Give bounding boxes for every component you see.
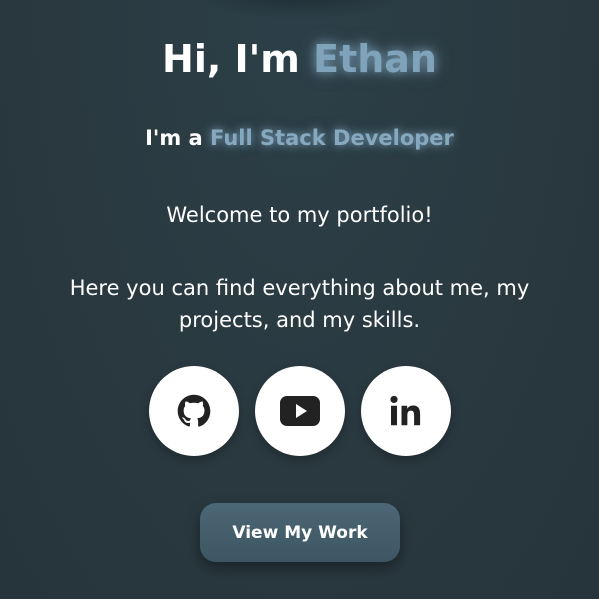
role-title: Full Stack Developer xyxy=(210,126,454,150)
hero-name: Ethan xyxy=(313,37,437,81)
linkedin-icon xyxy=(390,395,421,426)
top-glow-decoration xyxy=(189,0,410,20)
hero-title: Hi, I'm Ethan xyxy=(0,36,599,82)
social-links xyxy=(149,366,451,456)
role-prefix: I'm a xyxy=(145,126,211,150)
view-my-work-button[interactable]: View My Work xyxy=(200,503,400,562)
youtube-button[interactable] xyxy=(255,366,345,456)
github-icon xyxy=(177,394,211,427)
youtube-icon xyxy=(280,396,320,426)
github-button[interactable] xyxy=(149,366,239,456)
welcome-text: Welcome to my portfolio! xyxy=(166,203,433,227)
description-text: Here you can find everything about me, m… xyxy=(69,276,530,332)
greeting-prefix: Hi, I'm xyxy=(162,37,314,81)
role-line: I'm a Full Stack Developer xyxy=(0,124,599,152)
linkedin-button[interactable] xyxy=(361,366,451,456)
